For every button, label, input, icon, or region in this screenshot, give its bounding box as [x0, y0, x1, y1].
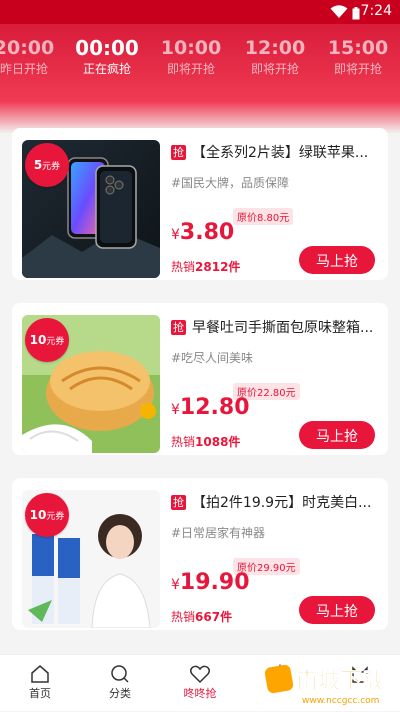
- product-card[interactable]: 5元券 抢【全系列2片装】绿联苹果... #国民大牌，品质保障 原价8.80元 …: [12, 128, 388, 280]
- sales-count: 热销1088件: [171, 435, 241, 449]
- product-image: 5元券: [22, 140, 160, 278]
- nav-item-flash-sale[interactable]: 咚咚抢: [160, 663, 240, 701]
- time-tabs: 20:00 昨日开抢 00:00 正在疯抢 10:00 即将开抢 12:00 即…: [0, 36, 400, 100]
- product-image: 10元券: [22, 315, 160, 453]
- nav-label: 首页: [29, 687, 51, 700]
- original-price: 原价8.80元: [233, 208, 294, 225]
- product-card[interactable]: 10元券 抢早餐吐司手撕面包原味整箱... #吃尽人间美味 原价22.80元 ¥…: [12, 303, 388, 455]
- tab-time: 20:00: [0, 37, 55, 59]
- nav-label: 咚咚抢: [183, 687, 217, 700]
- buy-now-button[interactable]: 马上抢: [299, 421, 375, 449]
- tab-time: 15:00: [327, 37, 389, 59]
- svg-text:www.nccgcc.com: www.nccgcc.com: [302, 696, 379, 706]
- watermark-logo: 南城下载 www.nccgcc.com: [262, 660, 400, 708]
- tab-time: 12:00: [244, 37, 306, 59]
- product-subtitle: #国民大牌，品质保障: [171, 176, 290, 190]
- product-subtitle: #日常居家有神器: [171, 526, 266, 540]
- sales-count: 热销667件: [171, 610, 233, 624]
- product-price: ¥3.80: [171, 220, 235, 245]
- svg-text:南城下载: 南城下载: [296, 668, 384, 694]
- coupon-badge: 5元券: [25, 143, 69, 187]
- time-tab-2000[interactable]: 20:00 昨日开抢: [0, 36, 62, 78]
- tab-status: 昨日开抢: [0, 62, 48, 76]
- heart-icon: [160, 663, 240, 685]
- product-image: 10元券: [22, 490, 160, 628]
- nav-label: 分类: [109, 687, 131, 700]
- wifi-icon: [330, 4, 348, 23]
- grab-tag-icon: 抢: [171, 495, 186, 510]
- grab-tag-icon: 抢: [171, 320, 186, 335]
- product-title: 抢【拍2件19.9元】时克美白...: [171, 495, 372, 511]
- nav-item-home[interactable]: 首页: [0, 663, 80, 701]
- product-subtitle: #吃尽人间美味: [171, 351, 254, 365]
- battery-icon: [352, 5, 360, 24]
- home-icon: [0, 663, 80, 685]
- product-price: ¥19.90: [171, 570, 250, 595]
- tab-status: 正在疯抢: [82, 62, 131, 76]
- status-bar: 7:24: [0, 0, 400, 24]
- product-price: ¥12.80: [171, 395, 250, 420]
- tab-time: 00:00: [75, 36, 139, 60]
- buy-now-button[interactable]: 马上抢: [299, 596, 375, 624]
- buy-now-button[interactable]: 马上抢: [299, 246, 375, 274]
- product-title: 抢早餐吐司手撕面包原味整箱...: [171, 320, 374, 336]
- coupon-badge: 10元券: [25, 493, 69, 537]
- tab-time: 10:00: [160, 37, 222, 59]
- product-card[interactable]: 10元券 抢【拍2件19.9元】时克美白... #日常居家有神器 原价29.90…: [12, 478, 388, 630]
- sales-count: 热销2812件: [171, 260, 241, 274]
- tab-status: 即将开抢: [250, 62, 299, 76]
- tab-status: 即将开抢: [333, 62, 382, 76]
- time-tab-1000[interactable]: 10:00 即将开抢: [153, 36, 229, 78]
- coupon-badge: 10元券: [25, 318, 69, 362]
- tab-status: 即将开抢: [166, 62, 215, 76]
- time-tab-1500[interactable]: 15:00 即将开抢: [320, 36, 396, 78]
- search-icon: [80, 663, 160, 685]
- status-time: 7:24: [360, 3, 392, 19]
- product-title: 抢【全系列2片装】绿联苹果...: [171, 145, 369, 161]
- time-tab-0000[interactable]: 00:00 正在疯抢: [69, 36, 145, 78]
- nav-item-category[interactable]: 分类: [80, 663, 160, 701]
- grab-tag-icon: 抢: [171, 145, 186, 160]
- time-tab-1200[interactable]: 12:00 即将开抢: [237, 36, 313, 78]
